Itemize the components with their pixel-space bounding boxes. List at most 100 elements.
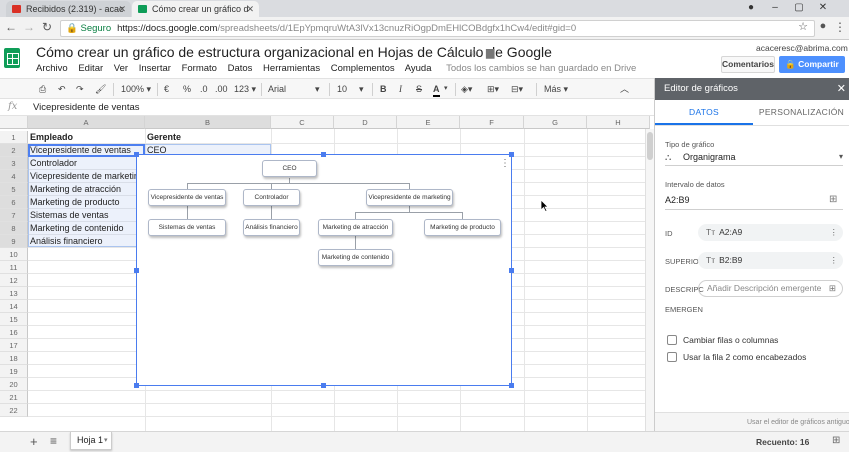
zoom-select[interactable]: 100% ▾ [121,83,151,95]
row-header[interactable]: 14 [0,300,28,313]
italic-button[interactable]: I [399,83,402,95]
column-header[interactable]: G [524,116,587,129]
row-header[interactable]: 16 [0,326,28,339]
reload-icon[interactable]: ↻ [39,20,55,34]
currency-button[interactable]: € [164,83,169,95]
org-node-vp-marketing[interactable]: Vicepresidente de marketing [366,189,453,206]
menu-herramientas[interactable]: Herramientas [263,63,320,74]
sheet-tab[interactable]: Hoja 1 ▾ [70,432,112,450]
org-chart[interactable]: CEO Vicepresidente de ventas Controlador… [136,154,512,386]
close-tab-icon[interactable]: ✕ [246,1,254,17]
strikethrough-button[interactable]: S [416,83,422,95]
sheets-logo-icon[interactable] [4,48,20,68]
row-header[interactable]: 19 [0,365,28,378]
number-format-select[interactable]: 123 ▾ [234,83,256,95]
org-node-ceo[interactable]: CEO [262,160,317,177]
row-header[interactable]: 11 [0,261,28,274]
data-range-input[interactable]: A2:B9 [665,195,690,205]
cell-a7[interactable]: Sistemas de ventas [28,209,145,222]
row-header[interactable]: 8 [0,222,28,235]
percent-button[interactable]: % [183,83,191,95]
resize-handle[interactable] [134,268,139,273]
row-header[interactable]: 4 [0,170,28,183]
share-button[interactable]: 🔒 Compartir [779,56,845,73]
org-node-sistemas-ventas[interactable]: Sistemas de ventas [148,219,226,236]
merge-cells-icon[interactable]: ⊟▾ [511,83,523,95]
row-header[interactable]: 21 [0,391,28,404]
close-tab-icon[interactable]: ✕ [118,1,126,17]
star-icon[interactable]: ☆ [469,46,479,59]
borders-icon[interactable]: ⊞▾ [487,83,499,95]
row-header[interactable]: 15 [0,313,28,326]
row-header[interactable]: 13 [0,287,28,300]
back-icon[interactable]: ← [3,20,19,34]
menu-archivo[interactable]: Archivo [36,63,68,74]
row-header[interactable]: 2 [0,144,28,157]
resize-handle[interactable] [509,152,514,157]
chevron-down-icon[interactable]: ▾ [444,83,448,95]
old-editor-link[interactable]: Usar el editor de gráficos antiguo [655,412,849,431]
column-header[interactable]: E [397,116,460,129]
font-size-select[interactable]: 10 ▾ [337,83,367,95]
bold-button[interactable]: B [380,83,387,95]
address-bar[interactable]: 🔒 Seguro https://docs.google.com/spreadsh… [60,20,815,37]
explore-icon[interactable]: ⊞ [832,435,840,446]
menu-datos[interactable]: Datos [228,63,253,74]
org-node-marketing-producto[interactable]: Marketing de producto [424,219,501,236]
row-header[interactable]: 3 [0,157,28,170]
grid-select-icon[interactable]: ⊞ [829,281,836,296]
bookmark-star-icon[interactable]: ☆ [795,20,811,33]
minimize-icon[interactable]: – [764,0,786,15]
cell-a9[interactable]: Análisis financiero [28,235,145,248]
column-header[interactable]: H [587,116,650,129]
font-select[interactable]: Arial ▾ [268,83,322,95]
select-all-corner[interactable] [0,116,28,129]
row-header[interactable]: 7 [0,209,28,222]
chevron-down-icon[interactable]: ▾ [104,432,108,449]
org-node-analisis-financiero[interactable]: Análisis financiero [243,219,300,236]
tab-personalizacion[interactable]: PERSONALIZACIÓN [753,100,849,125]
text-color-button[interactable]: A [433,83,440,97]
print-icon[interactable]: ⎙ [39,83,46,95]
row-header[interactable]: 12 [0,274,28,287]
cell-a6[interactable]: Marketing de producto [28,196,145,209]
menu-ver[interactable]: Ver [114,63,128,74]
vertical-scrollbar[interactable] [645,129,654,431]
close-icon[interactable]: ✕ [837,78,846,100]
close-window-icon[interactable]: ✕ [812,0,834,15]
forward-icon[interactable]: → [21,20,37,34]
switch-rows-columns-checkbox[interactable] [667,335,677,345]
column-header[interactable]: A [28,116,145,129]
resize-handle[interactable] [321,152,326,157]
org-node-marketing-atraccion[interactable]: Marketing de atracción [318,219,393,236]
more-button[interactable]: Más ▾ [544,83,568,95]
resize-handle[interactable] [509,268,514,273]
browser-menu-icon[interactable]: ⋮ [832,20,848,34]
add-sheet-button[interactable]: + [30,434,38,449]
cell-a4[interactable]: Vicepresidente de marketing [28,170,145,183]
resize-handle[interactable] [509,383,514,388]
id-range-chip[interactable]: Tт A2:A9 ⋮ [698,224,843,241]
row-header[interactable]: 17 [0,339,28,352]
menu-insertar[interactable]: Insertar [139,63,171,74]
collapse-toolbar-icon[interactable]: ︿ [620,83,629,95]
org-node-marketing-contenido[interactable]: Marketing de contenido [318,249,393,266]
more-vert-icon[interactable]: ⋮ [830,252,839,269]
cell-a8[interactable]: Marketing de contenido [28,222,145,235]
cell-a5[interactable]: Marketing de atracción [28,183,145,196]
formula-bar[interactable]: fx Vicepresidente de ventas [0,99,654,116]
row-header[interactable]: 22 [0,404,28,417]
scrollbar-thumb[interactable] [647,132,653,160]
org-node-vp-ventas[interactable]: Vicepresidente de ventas [148,189,226,206]
row-header[interactable]: 10 [0,248,28,261]
browser-tab-gmail[interactable]: Recibidos (2.319) - acac ✕ [6,1,131,17]
account-email[interactable]: acaceresc@abrima.com [756,43,848,53]
maximize-icon[interactable]: ▢ [788,0,810,15]
resize-handle[interactable] [134,383,139,388]
menu-editar[interactable]: Editar [78,63,103,74]
row-header[interactable]: 20 [0,378,28,391]
chart-menu-icon[interactable]: ⋮ [500,158,510,169]
browser-tab-sheets[interactable]: Cómo crear un gráfico d ✕ [132,1,259,17]
tab-datos[interactable]: DATOS [655,100,753,125]
column-header[interactable]: C [271,116,334,129]
